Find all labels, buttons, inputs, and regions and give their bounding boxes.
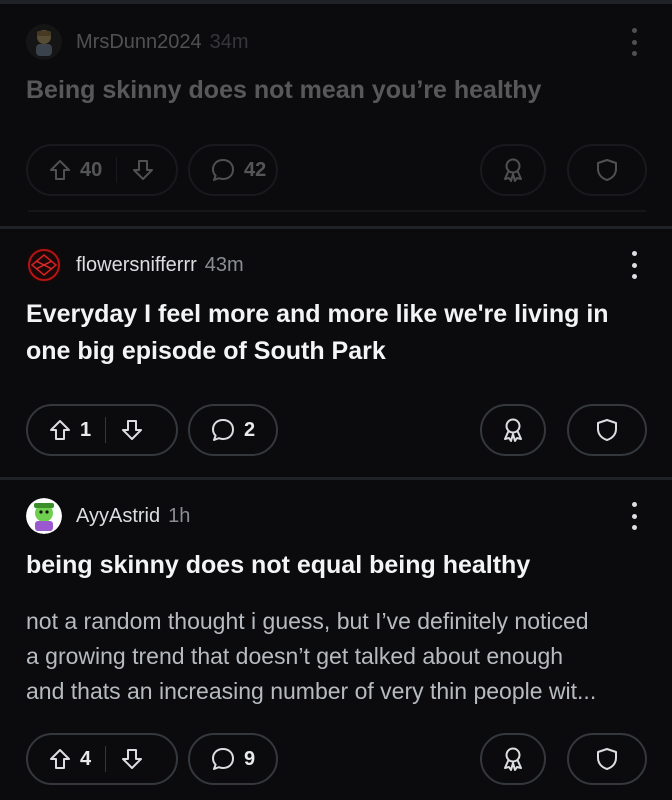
post-title[interactable]: Everyday I feel more and more like we're… bbox=[26, 296, 646, 370]
post-title-line: Everyday I feel more and more like we're… bbox=[26, 300, 609, 328]
post-header: flowersnifferrr 43m bbox=[26, 247, 244, 283]
post-header: MrsDunn2024 34m bbox=[26, 24, 249, 60]
post-feed: MrsDunn2024 34m Being skinny does not me… bbox=[0, 0, 672, 800]
award-button[interactable] bbox=[480, 733, 546, 785]
vote-control: 4 bbox=[26, 733, 178, 785]
username[interactable]: flowersnifferrr bbox=[76, 254, 197, 277]
upvote-count: 4 bbox=[80, 747, 92, 770]
shield-share-icon bbox=[597, 419, 617, 441]
upvote-count: 40 bbox=[80, 158, 103, 181]
arrow-down-icon[interactable] bbox=[120, 418, 144, 442]
comment-bubble-icon bbox=[210, 157, 236, 183]
award-icon bbox=[504, 158, 522, 182]
avatar[interactable] bbox=[26, 498, 62, 534]
post-title[interactable]: being skinny does not equal being health… bbox=[26, 547, 646, 584]
comment-bubble-icon bbox=[210, 417, 236, 443]
inner-divider bbox=[28, 210, 646, 212]
vote-separator bbox=[116, 157, 118, 183]
arrow-up-icon[interactable] bbox=[48, 158, 72, 182]
shield-share-icon bbox=[597, 748, 617, 770]
award-button[interactable] bbox=[480, 144, 546, 196]
vote-control: 40 bbox=[26, 144, 178, 196]
award-icon bbox=[504, 747, 522, 771]
share-button[interactable] bbox=[567, 144, 647, 196]
shield-share-icon bbox=[597, 159, 617, 181]
post-age: 34m bbox=[209, 30, 249, 53]
comment-count: 2 bbox=[244, 418, 256, 441]
post-card[interactable]: AyyAstrid 1h being skinny does not equal… bbox=[0, 480, 672, 800]
avatar[interactable] bbox=[26, 24, 62, 60]
arrow-down-icon[interactable] bbox=[120, 747, 144, 771]
username[interactable]: MrsDunn2024 bbox=[76, 31, 202, 54]
post-age: 43m bbox=[204, 253, 244, 276]
post-card[interactable]: MrsDunn2024 34m Being skinny does not me… bbox=[0, 0, 672, 230]
comments-button[interactable]: 9 bbox=[188, 733, 278, 785]
more-options-icon[interactable] bbox=[630, 28, 638, 56]
post-header: AyyAstrid 1h bbox=[26, 498, 190, 534]
avatar[interactable] bbox=[26, 247, 62, 283]
upvote-count: 1 bbox=[80, 418, 92, 441]
comment-bubble-icon bbox=[210, 746, 236, 772]
comment-count: 9 bbox=[244, 747, 256, 770]
award-button[interactable] bbox=[480, 404, 546, 456]
vote-separator bbox=[105, 746, 107, 772]
username[interactable]: AyyAstrid bbox=[76, 505, 160, 528]
more-options-icon[interactable] bbox=[630, 251, 638, 279]
award-icon bbox=[504, 418, 522, 442]
arrow-up-icon[interactable] bbox=[48, 747, 72, 771]
share-button[interactable] bbox=[567, 404, 647, 456]
vote-control: 1 bbox=[26, 404, 178, 456]
post-card[interactable]: flowersnifferrr 43m Everyday I feel more… bbox=[0, 229, 672, 477]
post-age: 1h bbox=[168, 504, 191, 527]
arrow-up-icon[interactable] bbox=[48, 418, 72, 442]
share-button[interactable] bbox=[567, 733, 647, 785]
post-body-line: a growing trend that doesn’t get talked … bbox=[26, 643, 564, 669]
comments-button[interactable]: 2 bbox=[188, 404, 278, 456]
post-title-line: one big episode of South Park bbox=[26, 337, 386, 365]
comment-count: 42 bbox=[244, 158, 267, 181]
vote-separator bbox=[105, 417, 107, 443]
more-options-icon[interactable] bbox=[630, 502, 638, 530]
post-body-preview[interactable]: not a random thought i guess, but I’ve d… bbox=[26, 604, 650, 709]
post-title[interactable]: Being skinny does not mean you’re health… bbox=[26, 72, 646, 109]
post-body-line: not a random thought i guess, but I’ve d… bbox=[26, 608, 589, 634]
post-body-line: and thats an increasing number of very t… bbox=[26, 678, 597, 704]
comments-button[interactable]: 42 bbox=[188, 144, 278, 196]
arrow-down-icon[interactable] bbox=[131, 158, 155, 182]
